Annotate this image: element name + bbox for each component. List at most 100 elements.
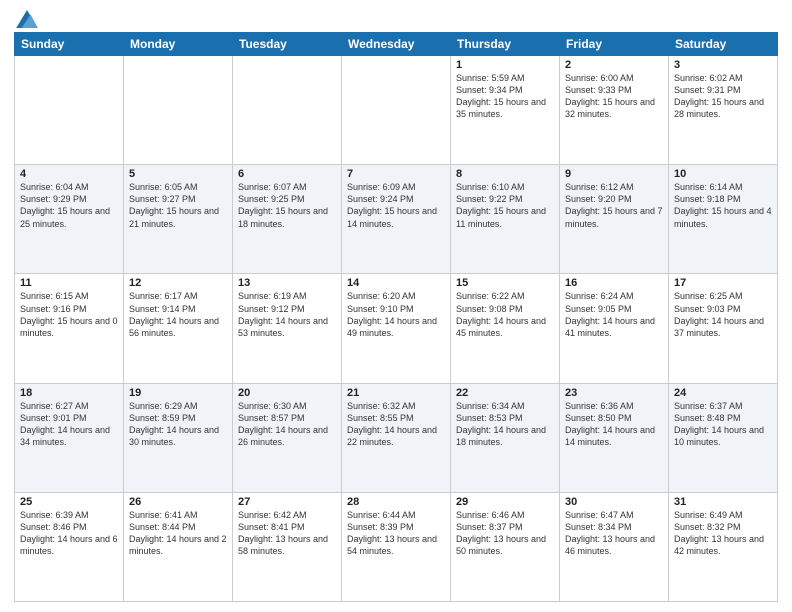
day-info: Sunrise: 6:12 AMSunset: 9:20 PMDaylight:… bbox=[565, 181, 663, 230]
day-number: 13 bbox=[238, 277, 336, 289]
calendar-cell: 11Sunrise: 6:15 AMSunset: 9:16 PMDayligh… bbox=[15, 274, 124, 383]
calendar-cell: 8Sunrise: 6:10 AMSunset: 9:22 PMDaylight… bbox=[451, 165, 560, 274]
calendar-header-friday: Friday bbox=[560, 33, 669, 56]
day-info: Sunrise: 6:36 AMSunset: 8:50 PMDaylight:… bbox=[565, 400, 663, 449]
calendar-cell: 9Sunrise: 6:12 AMSunset: 9:20 PMDaylight… bbox=[560, 165, 669, 274]
calendar-week-5: 25Sunrise: 6:39 AMSunset: 8:46 PMDayligh… bbox=[15, 492, 778, 601]
calendar-cell: 10Sunrise: 6:14 AMSunset: 9:18 PMDayligh… bbox=[669, 165, 778, 274]
calendar-cell: 19Sunrise: 6:29 AMSunset: 8:59 PMDayligh… bbox=[124, 383, 233, 492]
day-number: 12 bbox=[129, 277, 227, 289]
calendar-cell: 12Sunrise: 6:17 AMSunset: 9:14 PMDayligh… bbox=[124, 274, 233, 383]
calendar-week-4: 18Sunrise: 6:27 AMSunset: 9:01 PMDayligh… bbox=[15, 383, 778, 492]
calendar-cell: 16Sunrise: 6:24 AMSunset: 9:05 PMDayligh… bbox=[560, 274, 669, 383]
day-number: 20 bbox=[238, 387, 336, 399]
calendar-cell: 18Sunrise: 6:27 AMSunset: 9:01 PMDayligh… bbox=[15, 383, 124, 492]
day-number: 19 bbox=[129, 387, 227, 399]
day-info: Sunrise: 6:42 AMSunset: 8:41 PMDaylight:… bbox=[238, 509, 336, 558]
day-info: Sunrise: 6:20 AMSunset: 9:10 PMDaylight:… bbox=[347, 290, 445, 339]
calendar-cell: 25Sunrise: 6:39 AMSunset: 8:46 PMDayligh… bbox=[15, 492, 124, 601]
day-number: 30 bbox=[565, 496, 663, 508]
calendar-header-wednesday: Wednesday bbox=[342, 33, 451, 56]
day-info: Sunrise: 6:22 AMSunset: 9:08 PMDaylight:… bbox=[456, 290, 554, 339]
calendar-cell: 6Sunrise: 6:07 AMSunset: 9:25 PMDaylight… bbox=[233, 165, 342, 274]
calendar-cell: 29Sunrise: 6:46 AMSunset: 8:37 PMDayligh… bbox=[451, 492, 560, 601]
day-number: 10 bbox=[674, 168, 772, 180]
day-info: Sunrise: 6:14 AMSunset: 9:18 PMDaylight:… bbox=[674, 181, 772, 230]
calendar-cell: 13Sunrise: 6:19 AMSunset: 9:12 PMDayligh… bbox=[233, 274, 342, 383]
day-number: 23 bbox=[565, 387, 663, 399]
day-number: 22 bbox=[456, 387, 554, 399]
day-info: Sunrise: 5:59 AMSunset: 9:34 PMDaylight:… bbox=[456, 72, 554, 121]
day-info: Sunrise: 6:02 AMSunset: 9:31 PMDaylight:… bbox=[674, 72, 772, 121]
calendar-header-row: SundayMondayTuesdayWednesdayThursdayFrid… bbox=[15, 33, 778, 56]
calendar-cell: 30Sunrise: 6:47 AMSunset: 8:34 PMDayligh… bbox=[560, 492, 669, 601]
day-number: 14 bbox=[347, 277, 445, 289]
day-number: 7 bbox=[347, 168, 445, 180]
calendar-cell: 17Sunrise: 6:25 AMSunset: 9:03 PMDayligh… bbox=[669, 274, 778, 383]
day-number: 29 bbox=[456, 496, 554, 508]
day-info: Sunrise: 6:24 AMSunset: 9:05 PMDaylight:… bbox=[565, 290, 663, 339]
page: SundayMondayTuesdayWednesdayThursdayFrid… bbox=[0, 0, 792, 612]
logo bbox=[14, 10, 38, 28]
calendar-cell bbox=[124, 56, 233, 165]
day-number: 31 bbox=[674, 496, 772, 508]
calendar-cell: 2Sunrise: 6:00 AMSunset: 9:33 PMDaylight… bbox=[560, 56, 669, 165]
day-number: 4 bbox=[20, 168, 118, 180]
day-number: 5 bbox=[129, 168, 227, 180]
calendar-header-thursday: Thursday bbox=[451, 33, 560, 56]
calendar-header-tuesday: Tuesday bbox=[233, 33, 342, 56]
day-number: 24 bbox=[674, 387, 772, 399]
calendar-cell: 26Sunrise: 6:41 AMSunset: 8:44 PMDayligh… bbox=[124, 492, 233, 601]
day-number: 15 bbox=[456, 277, 554, 289]
calendar-cell: 31Sunrise: 6:49 AMSunset: 8:32 PMDayligh… bbox=[669, 492, 778, 601]
calendar-cell: 21Sunrise: 6:32 AMSunset: 8:55 PMDayligh… bbox=[342, 383, 451, 492]
day-info: Sunrise: 6:25 AMSunset: 9:03 PMDaylight:… bbox=[674, 290, 772, 339]
day-info: Sunrise: 6:30 AMSunset: 8:57 PMDaylight:… bbox=[238, 400, 336, 449]
day-number: 8 bbox=[456, 168, 554, 180]
day-info: Sunrise: 6:34 AMSunset: 8:53 PMDaylight:… bbox=[456, 400, 554, 449]
day-info: Sunrise: 6:19 AMSunset: 9:12 PMDaylight:… bbox=[238, 290, 336, 339]
day-info: Sunrise: 6:09 AMSunset: 9:24 PMDaylight:… bbox=[347, 181, 445, 230]
day-info: Sunrise: 6:32 AMSunset: 8:55 PMDaylight:… bbox=[347, 400, 445, 449]
calendar-cell bbox=[15, 56, 124, 165]
day-info: Sunrise: 6:04 AMSunset: 9:29 PMDaylight:… bbox=[20, 181, 118, 230]
calendar-week-1: 1Sunrise: 5:59 AMSunset: 9:34 PMDaylight… bbox=[15, 56, 778, 165]
day-info: Sunrise: 6:47 AMSunset: 8:34 PMDaylight:… bbox=[565, 509, 663, 558]
calendar-header-sunday: Sunday bbox=[15, 33, 124, 56]
calendar-cell: 28Sunrise: 6:44 AMSunset: 8:39 PMDayligh… bbox=[342, 492, 451, 601]
day-info: Sunrise: 6:39 AMSunset: 8:46 PMDaylight:… bbox=[20, 509, 118, 558]
day-number: 28 bbox=[347, 496, 445, 508]
day-number: 2 bbox=[565, 59, 663, 71]
day-info: Sunrise: 6:46 AMSunset: 8:37 PMDaylight:… bbox=[456, 509, 554, 558]
calendar-cell: 14Sunrise: 6:20 AMSunset: 9:10 PMDayligh… bbox=[342, 274, 451, 383]
day-info: Sunrise: 6:44 AMSunset: 8:39 PMDaylight:… bbox=[347, 509, 445, 558]
calendar-header-monday: Monday bbox=[124, 33, 233, 56]
day-info: Sunrise: 6:49 AMSunset: 8:32 PMDaylight:… bbox=[674, 509, 772, 558]
day-number: 27 bbox=[238, 496, 336, 508]
day-info: Sunrise: 6:29 AMSunset: 8:59 PMDaylight:… bbox=[129, 400, 227, 449]
calendar-cell: 22Sunrise: 6:34 AMSunset: 8:53 PMDayligh… bbox=[451, 383, 560, 492]
day-number: 18 bbox=[20, 387, 118, 399]
calendar-cell: 3Sunrise: 6:02 AMSunset: 9:31 PMDaylight… bbox=[669, 56, 778, 165]
calendar-cell: 5Sunrise: 6:05 AMSunset: 9:27 PMDaylight… bbox=[124, 165, 233, 274]
calendar-week-2: 4Sunrise: 6:04 AMSunset: 9:29 PMDaylight… bbox=[15, 165, 778, 274]
calendar-cell: 4Sunrise: 6:04 AMSunset: 9:29 PMDaylight… bbox=[15, 165, 124, 274]
day-info: Sunrise: 6:41 AMSunset: 8:44 PMDaylight:… bbox=[129, 509, 227, 558]
day-number: 11 bbox=[20, 277, 118, 289]
day-number: 16 bbox=[565, 277, 663, 289]
calendar-cell bbox=[342, 56, 451, 165]
day-number: 25 bbox=[20, 496, 118, 508]
calendar-table: SundayMondayTuesdayWednesdayThursdayFrid… bbox=[14, 32, 778, 602]
day-info: Sunrise: 6:00 AMSunset: 9:33 PMDaylight:… bbox=[565, 72, 663, 121]
day-info: Sunrise: 6:15 AMSunset: 9:16 PMDaylight:… bbox=[20, 290, 118, 339]
calendar-header-saturday: Saturday bbox=[669, 33, 778, 56]
logo-icon bbox=[16, 10, 38, 28]
calendar-cell: 20Sunrise: 6:30 AMSunset: 8:57 PMDayligh… bbox=[233, 383, 342, 492]
header bbox=[14, 10, 778, 28]
calendar-cell: 23Sunrise: 6:36 AMSunset: 8:50 PMDayligh… bbox=[560, 383, 669, 492]
calendar-cell: 7Sunrise: 6:09 AMSunset: 9:24 PMDaylight… bbox=[342, 165, 451, 274]
day-number: 9 bbox=[565, 168, 663, 180]
calendar-cell: 15Sunrise: 6:22 AMSunset: 9:08 PMDayligh… bbox=[451, 274, 560, 383]
day-number: 6 bbox=[238, 168, 336, 180]
day-number: 3 bbox=[674, 59, 772, 71]
